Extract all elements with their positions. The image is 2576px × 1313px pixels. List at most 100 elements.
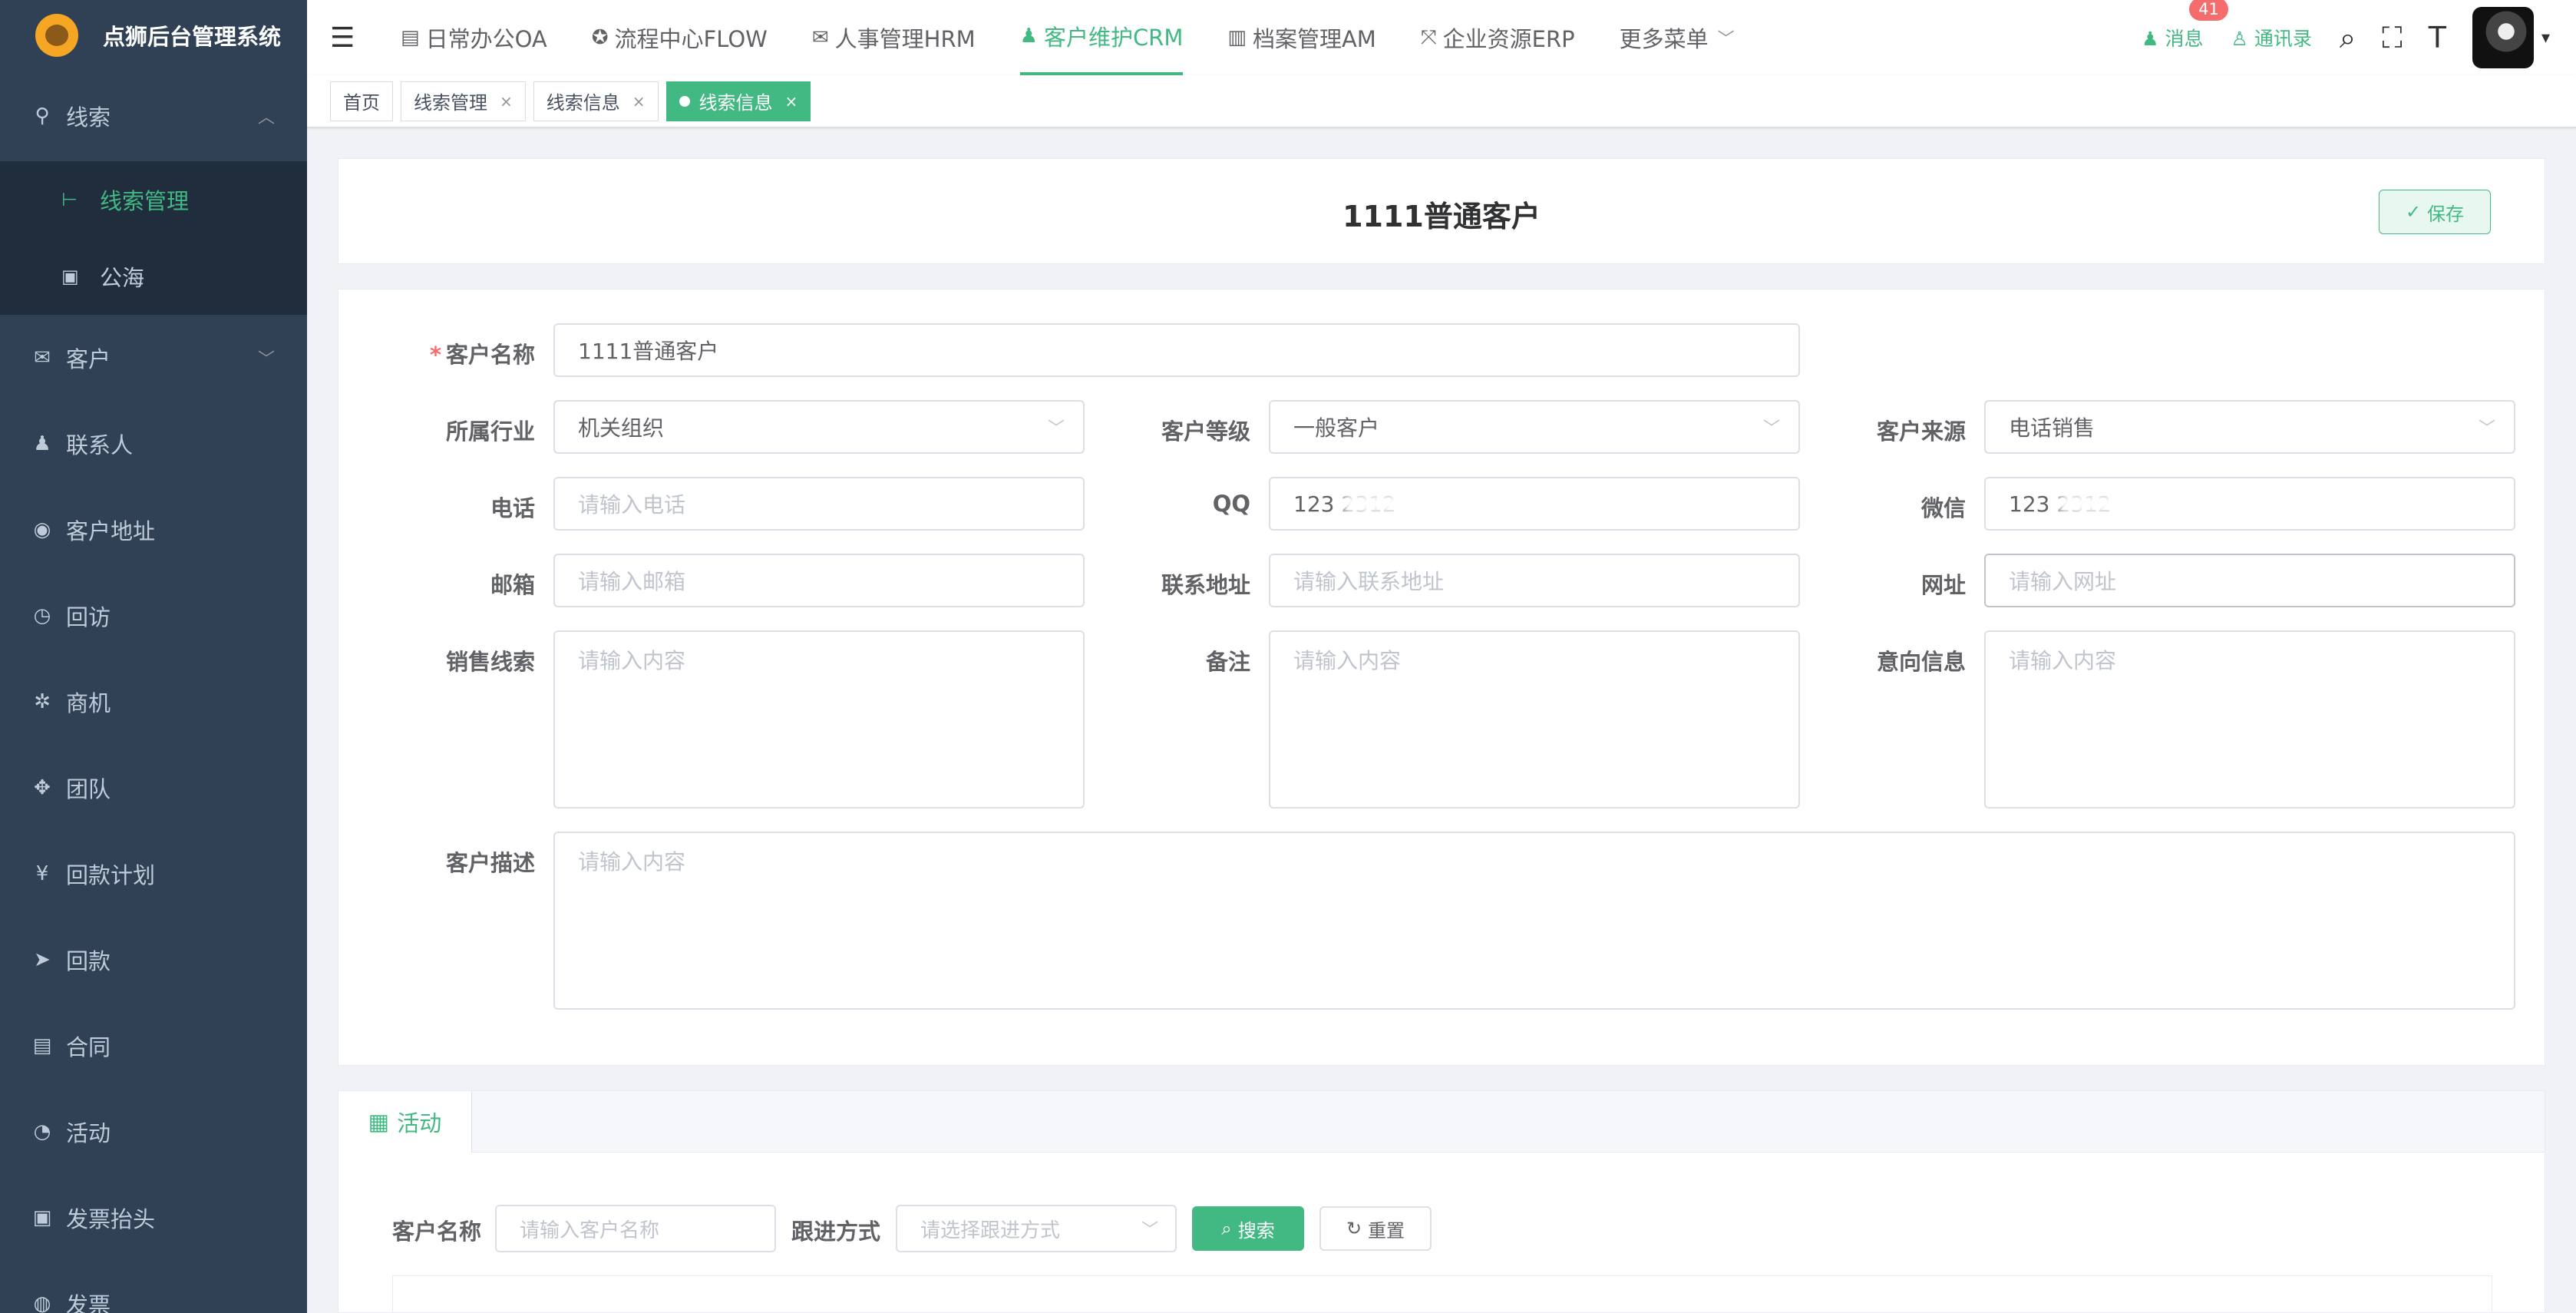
intent-textarea[interactable]: 请输入内容 <box>1984 630 2515 809</box>
top-navbar: ☰ ▤ 日常办公OA ✪ 流程中心FLOW ✉ 人事管理HRM ♟ 客户维护CRM ▥ 档… <box>307 0 2576 75</box>
follow-method-label: 跟进方式 <box>791 1219 881 1245</box>
topnav-more[interactable]: 更多菜单 ﹀ <box>1620 0 1735 75</box>
email-label: 邮箱 <box>490 572 535 598</box>
sidebar-item-payment[interactable]: ➤ 回款 <box>0 917 307 1003</box>
sidebar-item-activity[interactable]: ◔ 活动 <box>0 1089 307 1175</box>
reset-button[interactable]: ↻ 重置 <box>1319 1206 1432 1251</box>
customer-name-label-text: * 客户名称 <box>429 342 535 368</box>
lion-logo-icon <box>35 14 78 57</box>
qq-input[interactable]: 123 2312 <box>1269 477 1800 531</box>
industry-select[interactable]: 机关组织 ﹀ <box>553 400 1085 454</box>
sidebar-item-public-sea[interactable]: ▣ 公海 <box>0 238 307 315</box>
chevron-down-icon: ﹀ <box>257 350 275 369</box>
topnav-flow[interactable]: ✪ 流程中心FLOW <box>592 0 768 75</box>
user-group-icon: ♟ <box>1019 25 1038 48</box>
sales-lead-label: 销售线索 <box>445 649 535 675</box>
remark-label: 备注 <box>1205 649 1250 675</box>
customer-name-input[interactable]: 1111普通客户 <box>553 323 1800 377</box>
intent-label: 意向信息 <box>1876 649 1966 675</box>
hamburger-icon[interactable]: ☰ <box>330 22 356 54</box>
phone-input[interactable]: 请输入电话 <box>553 477 1085 531</box>
sidebar: 点狮后台管理系统 ⚲ 线索 ︿ ⊢ 线索管理 ▣ 公海 ✉ 客户 ﹀ ♟ 联系人… <box>0 0 307 1313</box>
wechat-label: 微信 <box>1920 495 1966 521</box>
tag-lead-info[interactable]: 线索信息 × <box>533 81 659 121</box>
sales-lead-textarea[interactable]: 请输入内容 <box>553 630 1085 809</box>
tag-lead-info-active[interactable]: 线索信息 × <box>665 81 811 121</box>
wechat-input[interactable]: 123 2312 <box>1984 477 2515 531</box>
search-icon[interactable]: ⌕ <box>2340 21 2356 55</box>
close-icon[interactable]: × <box>632 92 646 111</box>
tab-activity[interactable]: ▦ 活动 <box>339 1091 472 1153</box>
bell-icon: ♟ <box>2142 28 2159 50</box>
source-select[interactable]: 电话销售 ﹀ <box>1984 400 2515 454</box>
level-select[interactable]: 一般客户 ﹀ <box>1269 400 1800 454</box>
title-card: 1111普通客户 ✓ 保存 <box>338 158 2545 264</box>
wechat-icon: ✉ <box>34 346 51 369</box>
archive-icon: ▥ <box>1227 26 1247 49</box>
sidebar-item-invoice[interactable]: ◍ 发票 <box>0 1261 307 1313</box>
remark-textarea[interactable]: 请输入内容 <box>1269 630 1800 809</box>
active-dot-icon <box>679 95 690 107</box>
topnav-oa[interactable]: ▤ 日常办公OA <box>401 0 547 75</box>
app-title: 点狮后台管理系统 <box>103 24 282 50</box>
email-input[interactable]: 请输入邮箱 <box>553 554 1085 607</box>
tag-lead-management[interactable]: 线索管理 × <box>401 81 526 121</box>
topnav-crm[interactable]: ♟ 客户维护CRM <box>1019 0 1184 75</box>
bug-icon: ✲ <box>34 690 51 713</box>
wechat-icon: ✉ <box>811 26 829 49</box>
sidebar-item-opportunity[interactable]: ✲ 商机 <box>0 659 307 745</box>
sidebar-item-team[interactable]: ✥ 团队 <box>0 745 307 831</box>
tags-view: 首页 线索管理 × 线索信息 × 线索信息 × <box>307 75 2576 127</box>
send-icon: ➤ <box>34 948 51 971</box>
save-button[interactable]: ✓ 保存 <box>2379 190 2491 234</box>
sidebar-item-invoice-title[interactable]: ▣ 发票抬头 <box>0 1175 307 1261</box>
sidebar-item-revisit[interactable]: ◷ 回访 <box>0 573 307 659</box>
sidebar-item-customer[interactable]: ✉ 客户 ﹀ <box>0 315 307 401</box>
search-button[interactable]: ⌕ 搜索 <box>1192 1206 1304 1251</box>
topnav-erp[interactable]: ⤧ 企业资源ERP <box>1421 0 1575 75</box>
messages-link[interactable]: ♟ 消息 41 <box>2142 0 2228 51</box>
chevron-down-icon: ﹀ <box>1047 419 1065 438</box>
chevron-down-icon: ﹀ <box>1762 419 1780 438</box>
topnav-am[interactable]: ▥ 档案管理AM <box>1227 0 1376 75</box>
compress-icon: ⤧ <box>1420 25 1437 49</box>
user-icon: ♙ <box>2231 28 2248 50</box>
search-customer-name-label: 客户名称 <box>392 1219 482 1245</box>
close-icon[interactable]: × <box>785 92 798 111</box>
search-customer-name-input[interactable]: 请输入客户名称 <box>495 1205 776 1252</box>
website-input[interactable]: 请输入网址 <box>1984 554 2515 607</box>
team-icon: ✥ <box>34 776 51 799</box>
check-icon: ✓ <box>2405 201 2422 223</box>
page-title: 1111普通客户 <box>1342 200 1541 233</box>
search-icon: ⌕ <box>1221 1218 1232 1239</box>
app-logo[interactable]: 点狮后台管理系统 <box>0 0 307 71</box>
phone-label: 电话 <box>490 495 535 521</box>
address-label: 联系地址 <box>1161 572 1250 598</box>
invoice2-icon: ◍ <box>33 1292 51 1313</box>
invoice-icon: ▣ <box>32 1206 52 1229</box>
font-size-icon[interactable]: T <box>2429 21 2446 55</box>
sidebar-item-leads[interactable]: ⚲ 线索 ︿ <box>0 71 307 161</box>
follow-method-select[interactable]: 请选择跟进方式 ﹀ <box>896 1205 1177 1252</box>
caret-down-icon[interactable]: ▾ <box>2541 28 2550 48</box>
sidebar-item-customer-address[interactable]: ◉ 客户地址 <box>0 487 307 573</box>
dashboard-icon: ◔ <box>33 1120 51 1143</box>
description-textarea[interactable]: 请输入内容 <box>553 832 2515 1010</box>
topnav-hrm[interactable]: ✉ 人事管理HRM <box>812 0 976 75</box>
tag-home[interactable]: 首页 <box>330 81 393 121</box>
close-icon[interactable]: × <box>500 92 513 111</box>
sidebar-item-contacts[interactable]: ♟ 联系人 <box>0 401 307 487</box>
address-input[interactable]: 请输入联系地址 <box>1269 554 1800 607</box>
fullscreen-icon[interactable]: ⛶ <box>2382 21 2403 55</box>
chevron-down-icon: ﹀ <box>1717 30 1735 49</box>
lead-icon: ⚲ <box>35 104 50 127</box>
sidebar-item-contract[interactable]: ▤ 合同 <box>0 1003 307 1089</box>
tree-icon: ⊢ <box>61 189 78 210</box>
source-label: 客户来源 <box>1876 418 1966 445</box>
chevron-down-icon: ﹀ <box>2478 419 2495 438</box>
contacts-link[interactable]: ♙ 通讯录 <box>2231 24 2311 51</box>
sidebar-item-payment-plan[interactable]: ¥ 回款计划 <box>0 831 307 917</box>
sidebar-item-lead-management[interactable]: ⊢ 线索管理 <box>0 161 307 238</box>
chevron-up-icon: ︿ <box>257 108 275 127</box>
avatar[interactable] <box>2472 7 2534 68</box>
